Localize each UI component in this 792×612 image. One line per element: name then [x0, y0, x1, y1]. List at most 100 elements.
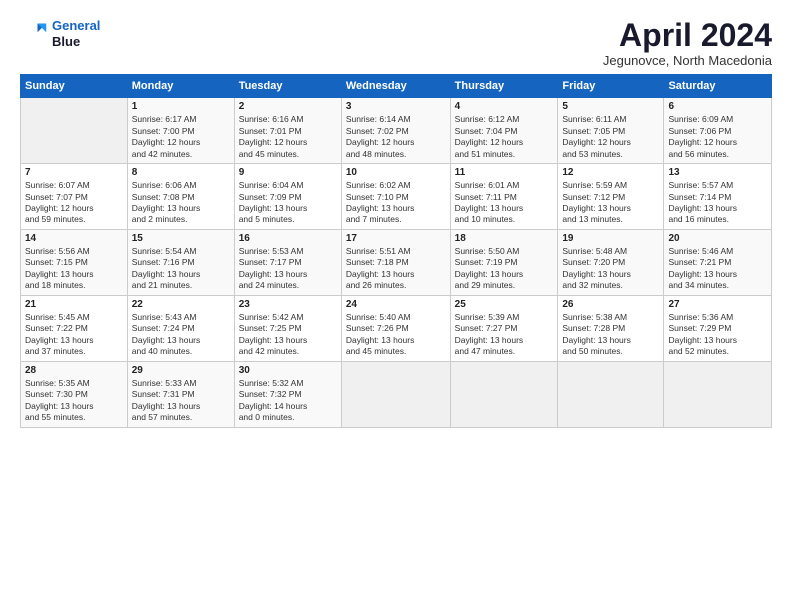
- calendar-week-4: 21 Sunrise: 5:45 AM Sunset: 7:22 PM Dayli…: [21, 295, 772, 361]
- calendar-day: 12Sunrise: 5:59 AM Sunset: 7:12 PM Dayli…: [558, 164, 664, 230]
- col-tuesday: Tuesday: [234, 75, 341, 98]
- day-info: Sunrise: 6:12 AM Sunset: 7:04 PM Dayligh…: [455, 114, 554, 160]
- calendar-day: 10 Sunrise: 6:02 AM Sunset: 7:10 PM Dayli…: [341, 164, 450, 230]
- day-number: 2: [239, 101, 337, 112]
- calendar-day: 18Sunrise: 5:50 AM Sunset: 7:19 PM Dayli…: [450, 229, 558, 295]
- calendar-day: 27 Sunrise: 5:36 AM Sunset: 7:29 PM Dayli…: [664, 295, 772, 361]
- day-info: Sunrise: 6:01 AM Sunset: 7:11 PM Dayligh…: [455, 180, 554, 226]
- calendar-day: 26 Sunrise: 5:38 AM Sunset: 7:28 PM Dayli…: [558, 295, 664, 361]
- calendar-day: 19 Sunrise: 5:48 AM Sunset: 7:20 PM Dayli…: [558, 229, 664, 295]
- day-number: 9: [239, 167, 337, 178]
- col-sunday: Sunday: [21, 75, 128, 98]
- day-number: 24: [346, 299, 446, 310]
- day-info: Sunrise: 5:33 AM Sunset: 7:31 PM Dayligh…: [132, 378, 230, 424]
- calendar-day: 9 Sunrise: 6:04 AM Sunset: 7:09 PM Daylig…: [234, 164, 341, 230]
- day-number: 30: [239, 365, 337, 376]
- calendar-header-row: Sunday Monday Tuesday Wednesday Thursday…: [21, 75, 772, 98]
- calendar-day: 13Sunrise: 5:57 AM Sunset: 7:14 PM Dayli…: [664, 164, 772, 230]
- day-info: Sunrise: 5:56 AM Sunset: 7:15 PM Dayligh…: [25, 246, 123, 292]
- day-number: 10: [346, 167, 446, 178]
- day-number: 20: [668, 233, 767, 244]
- day-number: 15: [132, 233, 230, 244]
- calendar-day: 20 Sunrise: 5:46 AM Sunset: 7:21 PM Dayli…: [664, 229, 772, 295]
- day-info: Sunrise: 5:39 AM Sunset: 7:27 PM Dayligh…: [455, 312, 554, 358]
- calendar-week-3: 14 Sunrise: 5:56 AM Sunset: 7:15 PM Dayli…: [21, 229, 772, 295]
- day-number: 3: [346, 101, 446, 112]
- day-number: 28: [25, 365, 123, 376]
- col-thursday: Thursday: [450, 75, 558, 98]
- day-info: Sunrise: 6:11 AM Sunset: 7:05 PM Dayligh…: [562, 114, 659, 160]
- calendar-day: 3 Sunrise: 6:14 AM Sunset: 7:02 PM Daylig…: [341, 98, 450, 164]
- day-info: Sunrise: 5:38 AM Sunset: 7:28 PM Dayligh…: [562, 312, 659, 358]
- calendar-day: 2 Sunrise: 6:16 AM Sunset: 7:01 PM Daylig…: [234, 98, 341, 164]
- col-saturday: Saturday: [664, 75, 772, 98]
- day-info: Sunrise: 6:04 AM Sunset: 7:09 PM Dayligh…: [239, 180, 337, 226]
- day-info: Sunrise: 6:16 AM Sunset: 7:01 PM Dayligh…: [239, 114, 337, 160]
- calendar-day: [341, 361, 450, 427]
- day-info: Sunrise: 6:14 AM Sunset: 7:02 PM Dayligh…: [346, 114, 446, 160]
- calendar-day: 30 Sunrise: 5:32 AM Sunset: 7:32 PM Dayli…: [234, 361, 341, 427]
- title-block: April 2024 Jegunovce, North Macedonia: [603, 18, 772, 68]
- day-number: 7: [25, 167, 123, 178]
- logo-text: General Blue: [52, 18, 100, 49]
- logo: General Blue: [20, 18, 100, 49]
- day-number: 12: [562, 167, 659, 178]
- calendar-day: 5Sunrise: 6:11 AM Sunset: 7:05 PM Daylig…: [558, 98, 664, 164]
- day-number: 23: [239, 299, 337, 310]
- day-info: Sunrise: 5:48 AM Sunset: 7:20 PM Dayligh…: [562, 246, 659, 292]
- calendar-day: 24Sunrise: 5:40 AM Sunset: 7:26 PM Dayli…: [341, 295, 450, 361]
- location: Jegunovce, North Macedonia: [603, 53, 772, 68]
- day-info: Sunrise: 5:57 AM Sunset: 7:14 PM Dayligh…: [668, 180, 767, 226]
- day-info: Sunrise: 5:36 AM Sunset: 7:29 PM Dayligh…: [668, 312, 767, 358]
- calendar-day: 25Sunrise: 5:39 AM Sunset: 7:27 PM Dayli…: [450, 295, 558, 361]
- day-number: 21: [25, 299, 123, 310]
- calendar-day: 6 Sunrise: 6:09 AM Sunset: 7:06 PM Daylig…: [664, 98, 772, 164]
- day-info: Sunrise: 6:17 AM Sunset: 7:00 PM Dayligh…: [132, 114, 230, 160]
- day-info: Sunrise: 5:46 AM Sunset: 7:21 PM Dayligh…: [668, 246, 767, 292]
- calendar-day: [558, 361, 664, 427]
- logo-icon: [20, 20, 48, 48]
- calendar-day: 8Sunrise: 6:06 AM Sunset: 7:08 PM Daylig…: [127, 164, 234, 230]
- page: General Blue April 2024 Jegunovce, North…: [0, 0, 792, 612]
- day-number: 4: [455, 101, 554, 112]
- day-info: Sunrise: 6:02 AM Sunset: 7:10 PM Dayligh…: [346, 180, 446, 226]
- calendar-week-1: 1 Sunrise: 6:17 AM Sunset: 7:00 PM Daylig…: [21, 98, 772, 164]
- calendar-day: 16Sunrise: 5:53 AM Sunset: 7:17 PM Dayli…: [234, 229, 341, 295]
- calendar-day: 29 Sunrise: 5:33 AM Sunset: 7:31 PM Dayli…: [127, 361, 234, 427]
- day-number: 19: [562, 233, 659, 244]
- calendar-day: 1 Sunrise: 6:17 AM Sunset: 7:00 PM Daylig…: [127, 98, 234, 164]
- day-number: 16: [239, 233, 337, 244]
- day-info: Sunrise: 5:43 AM Sunset: 7:24 PM Dayligh…: [132, 312, 230, 358]
- day-number: 11: [455, 167, 554, 178]
- day-number: 27: [668, 299, 767, 310]
- calendar-day: 17Sunrise: 5:51 AM Sunset: 7:18 PM Dayli…: [341, 229, 450, 295]
- header: General Blue April 2024 Jegunovce, North…: [20, 18, 772, 68]
- col-friday: Friday: [558, 75, 664, 98]
- day-info: Sunrise: 6:09 AM Sunset: 7:06 PM Dayligh…: [668, 114, 767, 160]
- col-monday: Monday: [127, 75, 234, 98]
- day-number: 29: [132, 365, 230, 376]
- calendar-day: 22Sunrise: 5:43 AM Sunset: 7:24 PM Dayli…: [127, 295, 234, 361]
- calendar: Sunday Monday Tuesday Wednesday Thursday…: [20, 74, 772, 427]
- day-number: 1: [132, 101, 230, 112]
- calendar-day: 28 Sunrise: 5:35 AM Sunset: 7:30 PM Dayli…: [21, 361, 128, 427]
- calendar-week-2: 7 Sunrise: 6:07 AM Sunset: 7:07 PM Daylig…: [21, 164, 772, 230]
- calendar-day: 21 Sunrise: 5:45 AM Sunset: 7:22 PM Dayli…: [21, 295, 128, 361]
- day-info: Sunrise: 5:35 AM Sunset: 7:30 PM Dayligh…: [25, 378, 123, 424]
- calendar-day: 14 Sunrise: 5:56 AM Sunset: 7:15 PM Dayli…: [21, 229, 128, 295]
- day-info: Sunrise: 6:06 AM Sunset: 7:08 PM Dayligh…: [132, 180, 230, 226]
- day-number: 6: [668, 101, 767, 112]
- calendar-day: 11 Sunrise: 6:01 AM Sunset: 7:11 PM Dayli…: [450, 164, 558, 230]
- day-number: 14: [25, 233, 123, 244]
- calendar-day: 7 Sunrise: 6:07 AM Sunset: 7:07 PM Daylig…: [21, 164, 128, 230]
- day-info: Sunrise: 5:45 AM Sunset: 7:22 PM Dayligh…: [25, 312, 123, 358]
- day-info: Sunrise: 6:07 AM Sunset: 7:07 PM Dayligh…: [25, 180, 123, 226]
- calendar-day: [21, 98, 128, 164]
- day-info: Sunrise: 5:54 AM Sunset: 7:16 PM Dayligh…: [132, 246, 230, 292]
- calendar-day: [450, 361, 558, 427]
- calendar-day: 15 Sunrise: 5:54 AM Sunset: 7:16 PM Dayli…: [127, 229, 234, 295]
- day-number: 26: [562, 299, 659, 310]
- calendar-week-5: 28 Sunrise: 5:35 AM Sunset: 7:30 PM Dayli…: [21, 361, 772, 427]
- day-info: Sunrise: 5:32 AM Sunset: 7:32 PM Dayligh…: [239, 378, 337, 424]
- calendar-day: 23Sunrise: 5:42 AM Sunset: 7:25 PM Dayli…: [234, 295, 341, 361]
